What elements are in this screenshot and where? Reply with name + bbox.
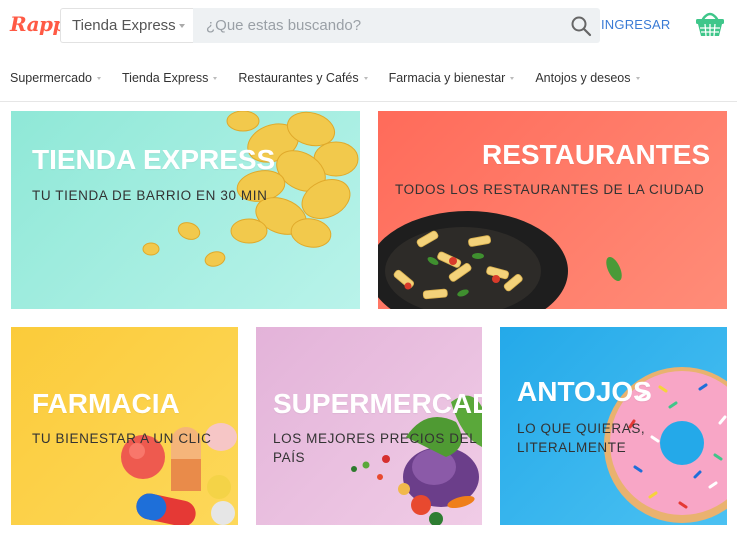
category-nav: Supermercado Tienda Express Restaurantes…	[0, 60, 737, 102]
card-title: ANTOJOS	[517, 376, 652, 407]
nav-item-restaurantes[interactable]: Restaurantes y Cafés	[238, 71, 368, 85]
search-icon[interactable]	[570, 15, 592, 37]
card-subtitle: TU BIENESTAR A UN CLIC	[32, 431, 212, 446]
nav-item-farmacia[interactable]: Farmacia y bienestar	[389, 71, 515, 85]
chevron-down-icon	[97, 76, 101, 80]
card-title: FARMACIA	[32, 388, 180, 419]
search-box	[193, 8, 600, 43]
card-title: RESTAURANTES	[482, 139, 711, 170]
nav-item-label: Restaurantes y Cafés	[238, 71, 359, 85]
card-title: TIENDA EXPRESS	[32, 144, 276, 175]
card-subtitle: LO QUE QUIERAS, LITERALMENTE	[517, 421, 646, 455]
card-subtitle: TU TIENDA DE BARRIO EN 30 MIN	[32, 188, 268, 203]
nav-item-antojos[interactable]: Antojos y deseos	[535, 71, 640, 85]
chips-image	[142, 111, 359, 267]
card-antojos[interactable]: ANTOJOS LO QUE QUIERAS, LITERALMENTE	[500, 327, 727, 525]
nav-item-label: Antojos y deseos	[535, 71, 631, 85]
nav-item-supermercado[interactable]: Supermercado	[10, 71, 101, 85]
card-title: SUPERMERCADO	[273, 388, 482, 419]
card-subtitle: LOS MEJORES PRECIOS DEL PAÍS	[273, 431, 477, 465]
chevron-down-icon	[213, 76, 218, 80]
nav-item-label: Farmacia y bienestar	[388, 71, 506, 85]
card-subtitle: TODOS LOS RESTAURANTES DE LA CIUDAD	[395, 182, 705, 197]
chevron-down-icon	[363, 76, 368, 80]
store-selector-label: Tienda Express	[72, 17, 176, 34]
nav-item-tienda-express[interactable]: Tienda Express	[122, 71, 218, 85]
login-link[interactable]: INGRESAR	[601, 17, 671, 32]
chevron-down-icon	[179, 24, 185, 28]
search-input[interactable]	[193, 8, 563, 43]
chevron-down-icon	[510, 76, 515, 80]
pills-image	[121, 423, 237, 525]
card-tienda-express[interactable]: TIENDA EXPRESS TU TIENDA DE BARRIO EN 30…	[11, 111, 360, 309]
top-bar: Rappi Tienda Express INGRESAR	[0, 0, 737, 52]
nav-item-label: Tienda Express	[122, 71, 209, 85]
store-selector[interactable]: Tienda Express	[60, 8, 193, 43]
vegetables-image	[351, 395, 482, 525]
card-restaurantes[interactable]: RESTAURANTES TODOS LOS RESTAURANTES DE L…	[378, 111, 727, 309]
nav-item-label: Supermercado	[10, 71, 92, 85]
basket-icon[interactable]	[694, 8, 726, 38]
chevron-down-icon	[635, 76, 640, 80]
card-farmacia[interactable]: FARMACIA TU BIENESTAR A UN CLIC	[11, 327, 238, 525]
card-supermercado[interactable]: SUPERMERCADO LOS MEJORES PRECIOS DEL PAÍ…	[256, 327, 482, 525]
